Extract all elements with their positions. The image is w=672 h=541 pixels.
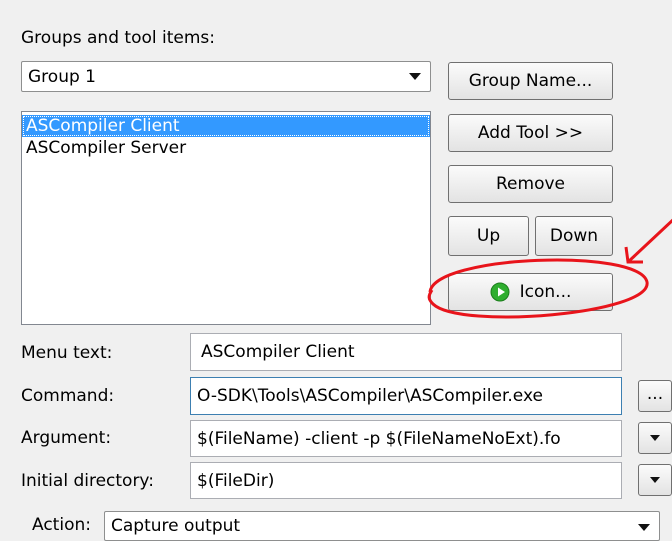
action-label: Action: xyxy=(32,515,91,535)
argument-input[interactable]: $(FileName) -client -p $(FileNameNoExt).… xyxy=(190,420,622,457)
command-label: Command: xyxy=(21,386,115,406)
chevron-down-icon xyxy=(638,524,650,531)
argument-input-value: $(FileName) -client -p $(FileNameNoExt).… xyxy=(197,428,561,449)
chevron-down-icon xyxy=(650,435,660,441)
menu-text-input[interactable]: ASCompiler Client xyxy=(190,333,622,371)
command-input[interactable]: O-SDK\Tools\ASCompiler\ASCompiler.exe xyxy=(190,377,622,415)
browse-button[interactable]: ... xyxy=(638,380,672,412)
annotation-arrow xyxy=(626,218,672,264)
action-select[interactable]: Capture output xyxy=(104,511,660,541)
initial-directory-value: $(FileDir) xyxy=(197,470,275,491)
menu-text-label: Menu text: xyxy=(21,343,113,363)
argument-label: Argument: xyxy=(21,428,112,448)
chevron-down-icon xyxy=(650,477,660,483)
initial-directory-dropdown-button[interactable] xyxy=(638,464,672,496)
initial-directory-input[interactable]: $(FileDir) xyxy=(190,462,622,499)
initial-directory-label: Initial directory: xyxy=(21,471,154,491)
argument-dropdown-button[interactable] xyxy=(638,422,672,454)
annotation-ellipse xyxy=(427,258,649,319)
command-input-value: O-SDK\Tools\ASCompiler\ASCompiler.exe xyxy=(197,386,543,406)
action-select-value: Capture output xyxy=(111,516,241,536)
